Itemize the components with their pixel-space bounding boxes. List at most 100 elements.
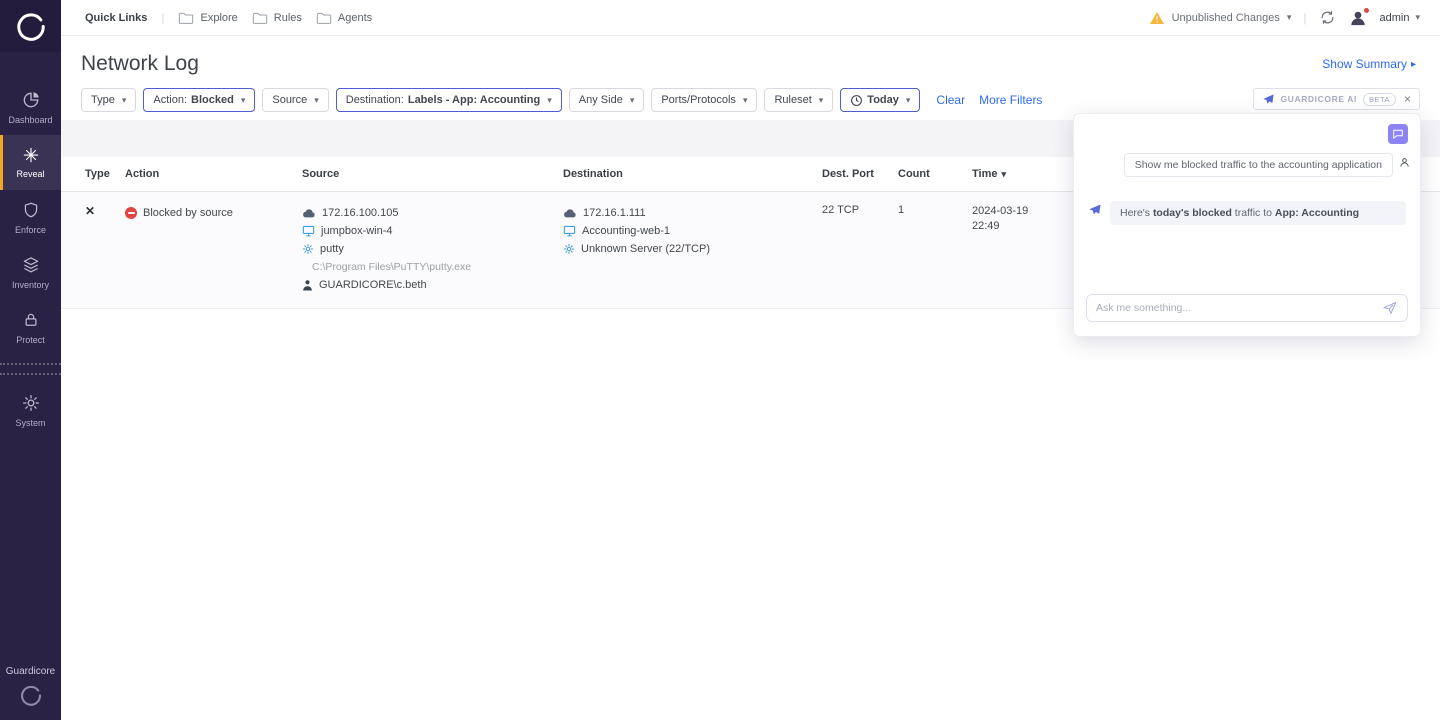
filter-label: Source <box>272 94 307 106</box>
sidebar-item-label: Inventory <box>12 280 49 290</box>
filter-source[interactable]: Source ▾ <box>262 88 328 112</box>
sidebar: Dashboard Reveal Enforce <box>0 0 61 720</box>
column-header-dest-port[interactable]: Dest. Port <box>822 168 898 180</box>
dest-service[interactable]: Unknown Server (22/TCP) <box>581 243 710 255</box>
asset-icon <box>302 225 315 237</box>
sidebar-divider <box>0 363 61 375</box>
source-cell: 172.16.100.105 jumpbox-win-4 putty C:\Pr… <box>302 204 563 294</box>
blocked-x-icon: ✕ <box>85 204 95 218</box>
reveal-icon <box>22 146 40 164</box>
guardicore-logo-icon <box>16 11 46 41</box>
person-icon <box>1399 157 1410 168</box>
cloud-icon <box>563 208 577 218</box>
refresh-button[interactable] <box>1319 9 1336 26</box>
sidebar-item-system[interactable]: System <box>0 383 61 438</box>
clear-filters-button[interactable]: Clear <box>936 93 965 107</box>
lock-icon <box>22 310 40 330</box>
chevron-down-icon: ▾ <box>241 95 246 106</box>
column-header-action[interactable]: Action <box>125 168 302 180</box>
clock-icon <box>850 94 863 107</box>
send-icon <box>1382 301 1398 315</box>
action-cell: Blocked by source <box>125 204 302 222</box>
folder-icon <box>316 11 332 25</box>
dest-ip[interactable]: 172.16.1.111 <box>583 207 646 219</box>
filter-ruleset[interactable]: Ruleset ▾ <box>764 88 833 112</box>
unpublished-changes[interactable]: Unpublished Changes ▾ <box>1149 11 1292 25</box>
user-message: Show me blocked traffic to the accountin… <box>1124 153 1393 177</box>
filter-any-side[interactable]: Any Side ▾ <box>569 88 645 112</box>
process-gear-icon <box>563 243 575 255</box>
sidebar-item-label: Enforce <box>15 225 46 235</box>
topbar-link-rules[interactable]: Rules <box>252 11 302 25</box>
title-row: Network Log Show Summary ▸ <box>61 36 1440 76</box>
filter-ports-protocols[interactable]: Ports/Protocols ▾ <box>651 88 757 112</box>
filter-time-today[interactable]: Today ▾ <box>840 88 920 112</box>
ai-plane-icon <box>1088 203 1102 217</box>
ai-message-row: Here's today's blocked traffic to App: A… <box>1074 177 1420 225</box>
more-filters-button[interactable]: More Filters <box>979 93 1042 107</box>
ai-pill-brand: GUARDICORE AI <box>1281 94 1357 104</box>
column-header-source[interactable]: Source <box>302 168 563 180</box>
user-menu[interactable]: admin ▾ <box>1380 12 1421 24</box>
source-ip[interactable]: 172.16.100.105 <box>322 207 398 219</box>
user-avatar[interactable] <box>1348 8 1368 28</box>
source-process[interactable]: putty <box>320 243 344 255</box>
chevron-down-icon: ▾ <box>743 95 748 106</box>
unpublished-changes-label: Unpublished Changes <box>1172 12 1280 24</box>
ai-plane-icon <box>1262 93 1275 106</box>
sidebar-item-enforce[interactable]: Enforce <box>0 190 61 245</box>
sidebar-item-label: Dashboard <box>8 115 52 125</box>
filter-type[interactable]: Type ▾ <box>81 88 136 112</box>
dashboard-icon <box>21 90 41 110</box>
blocked-icon <box>125 207 137 219</box>
ai-input-container <box>1086 294 1408 322</box>
column-header-type[interactable]: Type <box>85 168 125 180</box>
sort-down-icon: ▾ <box>1001 169 1006 180</box>
chevron-down-icon: ▾ <box>547 95 552 106</box>
arrow-right-icon: ▸ <box>1411 59 1416 70</box>
ai-message-bold: today's blocked <box>1153 207 1232 219</box>
quick-links[interactable]: Quick Links <box>85 12 147 24</box>
filter-label: Action: <box>153 94 187 106</box>
refresh-icon <box>1319 9 1336 26</box>
column-header-destination[interactable]: Destination <box>563 168 822 180</box>
chevron-down-icon: ▾ <box>314 95 319 106</box>
show-summary-link[interactable]: Show Summary ▸ <box>1322 57 1416 71</box>
filter-action[interactable]: Action: Blocked ▾ <box>143 88 255 112</box>
gear-icon <box>21 393 41 413</box>
topbar-link-label: Explore <box>200 12 237 24</box>
topbar-links: Quick Links | Explore Rules Agents <box>85 11 372 25</box>
beta-badge: BETA <box>1363 93 1396 106</box>
user-message-row: Show me blocked traffic to the accountin… <box>1074 144 1420 177</box>
column-header-time-label: Time <box>972 168 997 180</box>
new-chat-button[interactable] <box>1388 124 1408 144</box>
ai-input[interactable] <box>1096 302 1382 314</box>
guardicore-ai-panel: Show me blocked traffic to the accountin… <box>1073 113 1421 337</box>
ai-panel-header <box>1074 114 1420 144</box>
close-icon[interactable]: × <box>1404 92 1411 106</box>
topbar: Quick Links | Explore Rules Agents <box>61 0 1440 36</box>
folder-icon <box>178 11 194 25</box>
page-title: Network Log <box>81 52 199 76</box>
chevron-down-icon: ▾ <box>1415 12 1420 23</box>
sidebar-item-label: Protect <box>16 335 45 345</box>
filter-destination[interactable]: Destination: Labels - App: Accounting ▾ <box>336 88 562 112</box>
topbar-link-explore[interactable]: Explore <box>178 11 237 25</box>
column-header-count[interactable]: Count <box>898 168 972 180</box>
chevron-down-icon: ▾ <box>630 95 635 106</box>
sidebar-item-reveal[interactable]: Reveal <box>0 135 61 190</box>
sidebar-brand: Guardicore <box>6 666 55 677</box>
topbar-link-agents[interactable]: Agents <box>316 11 372 25</box>
source-host[interactable]: jumpbox-win-4 <box>321 225 393 237</box>
dest-host[interactable]: Accounting-web-1 <box>582 225 670 237</box>
topbar-link-label: Agents <box>338 12 372 24</box>
guardicore-ai-pill[interactable]: GUARDICORE AI BETA × <box>1253 88 1421 110</box>
guardicore-logo[interactable] <box>0 0 61 52</box>
sidebar-item-dashboard[interactable]: Dashboard <box>0 80 61 135</box>
sidebar-item-protect[interactable]: Protect <box>0 300 61 355</box>
sidebar-item-inventory[interactable]: Inventory <box>0 245 61 300</box>
filter-value: Today <box>867 94 899 106</box>
source-user[interactable]: GUARDICORE\c.beth <box>319 279 427 291</box>
show-summary-label: Show Summary <box>1322 57 1407 71</box>
send-button[interactable] <box>1382 301 1398 315</box>
